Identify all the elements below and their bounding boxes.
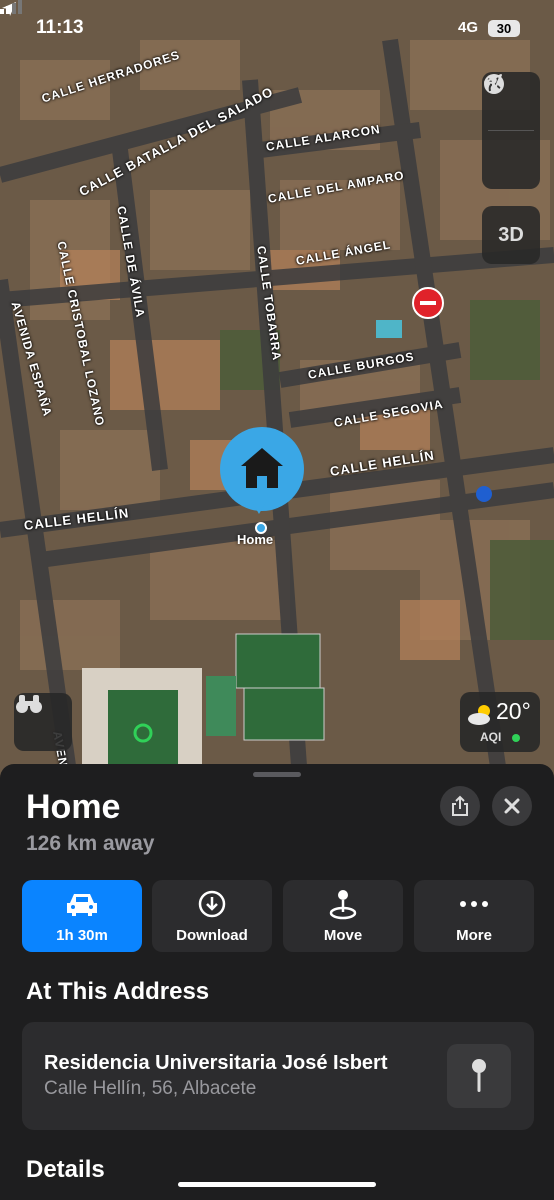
place-address: Calle Hellín, 56, Albacete: [44, 1078, 257, 1099]
clock: 11:13: [36, 17, 84, 38]
battery-icon: 30: [488, 20, 520, 37]
home-indicator[interactable]: [178, 1182, 376, 1187]
place-pin-button[interactable]: [447, 1044, 511, 1108]
more-button[interactable]: More: [414, 880, 534, 952]
map-controls: [482, 72, 540, 189]
map-imagery: [0, 0, 554, 780]
temperature: 20°: [496, 698, 531, 724]
signal-icon: [0, 0, 22, 14]
action-row: 1h 30m Download Move More: [22, 880, 534, 952]
place-name: Residencia Universitaria José Isbert: [44, 1052, 388, 1074]
move-pin-icon: [329, 890, 357, 920]
aqi-label: AQI: [480, 730, 502, 744]
pin-label: Home: [237, 532, 274, 547]
car-icon: [67, 894, 97, 916]
close-button[interactable]: [492, 786, 532, 826]
network-type: 4G: [458, 19, 479, 36]
address-card[interactable]: Residencia Universitaria José Isbert Cal…: [22, 1022, 534, 1130]
3d-button[interactable]: 3D: [482, 206, 540, 264]
weather-widget[interactable]: 20° AQI: [460, 692, 540, 752]
move-button[interactable]: Move: [283, 880, 403, 952]
download-icon: [198, 890, 226, 918]
directions-button[interactable]: 1h 30m: [22, 880, 142, 952]
look-around-button[interactable]: [14, 693, 72, 751]
move-label: Move: [323, 927, 363, 944]
sheet-grabber[interactable]: [253, 772, 301, 777]
status-bar: 11:13 4G 30: [0, 0, 554, 56]
house-icon: [241, 448, 283, 488]
directions-label: 1h 30m: [56, 927, 108, 944]
binoculars-icon: [16, 695, 42, 713]
ellipsis-icon: [460, 901, 488, 907]
download-button[interactable]: Download: [152, 880, 272, 952]
map-pin-icon: [472, 1059, 486, 1092]
place-sheet: Home 126 km away 1h 30m Download Move Mo…: [0, 764, 554, 1200]
share-icon: [452, 795, 468, 816]
no-entry-sign-icon: [412, 287, 444, 319]
pin-tail: [251, 500, 267, 514]
share-button[interactable]: [440, 786, 480, 826]
aqi-status-dot: [512, 734, 520, 742]
close-icon: [504, 798, 520, 814]
distance-label: 126 km away: [26, 832, 155, 855]
home-pin[interactable]: [220, 427, 304, 511]
location-arrow-icon: [484, 74, 502, 92]
location-button[interactable]: [482, 74, 540, 189]
section-title: At This Address: [26, 978, 210, 1005]
place-title: Home: [26, 788, 121, 826]
partly-cloudy-icon: [468, 705, 490, 725]
details-title: Details: [26, 1156, 105, 1183]
more-label: More: [456, 927, 492, 944]
satellite-map[interactable]: CALLE HERRADORES CALLE BATALLA DEL SALAD…: [0, 0, 554, 780]
download-label: Download: [176, 927, 248, 944]
